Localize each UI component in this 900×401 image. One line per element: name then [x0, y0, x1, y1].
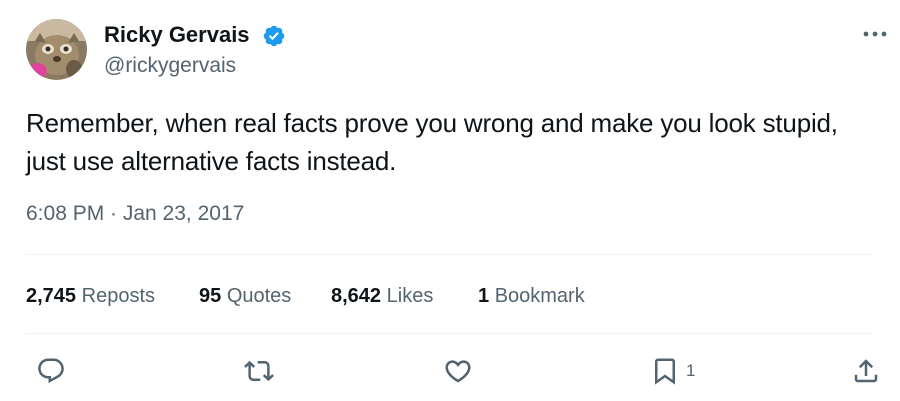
- tweet-text-line: just use alternative facts instead.: [26, 146, 397, 176]
- bookmarks-stat[interactable]: 1 Bookmark: [478, 284, 585, 308]
- reposts-label: Reposts: [81, 285, 155, 307]
- more-options-icon[interactable]: [860, 22, 890, 46]
- divider: [26, 333, 874, 334]
- heart-icon: [445, 360, 471, 383]
- bookmark-action-count: 1: [686, 361, 696, 380]
- avatar[interactable]: [26, 19, 87, 80]
- tweet-text: Remember, when real facts prove you wron…: [26, 104, 886, 180]
- likes-count: 8,642: [331, 285, 382, 307]
- repost-button[interactable]: [244, 356, 274, 386]
- quotes-label: Quotes: [226, 285, 292, 307]
- reply-button[interactable]: [36, 356, 66, 386]
- divider: [26, 254, 874, 255]
- timestamp[interactable]: 6:08 PM · Jan 23, 2017: [26, 201, 244, 227]
- reply-icon: [38, 358, 64, 384]
- like-button[interactable]: [443, 356, 473, 386]
- quotes-stat[interactable]: 95 Quotes: [199, 284, 291, 308]
- share-button[interactable]: [851, 356, 881, 386]
- author-name[interactable]: Ricky Gervais: [104, 22, 250, 48]
- bookmarks-label: Bookmark: [494, 285, 585, 307]
- likes-stat[interactable]: 8,642 Likes: [331, 284, 433, 308]
- author-handle[interactable]: @rickygervais: [104, 54, 236, 78]
- reposts-stat[interactable]: 2,745 Reposts: [26, 284, 155, 308]
- reposts-count: 2,745: [26, 285, 77, 307]
- avatar-image: [26, 19, 87, 80]
- bookmark-button[interactable]: 1: [650, 356, 695, 386]
- bookmarks-count: 1: [478, 285, 490, 307]
- quotes-count: 95: [199, 285, 222, 307]
- bookmark-icon: [655, 358, 675, 385]
- share-icon: [854, 359, 878, 383]
- likes-label: Likes: [386, 285, 434, 307]
- tweet-text-line: Remember, when real facts prove you wron…: [26, 108, 838, 138]
- verified-badge-icon: [263, 25, 285, 47]
- tweet-card: Ricky Gervais @rickygervais Remember, wh…: [0, 0, 900, 401]
- repost-icon: [244, 360, 274, 382]
